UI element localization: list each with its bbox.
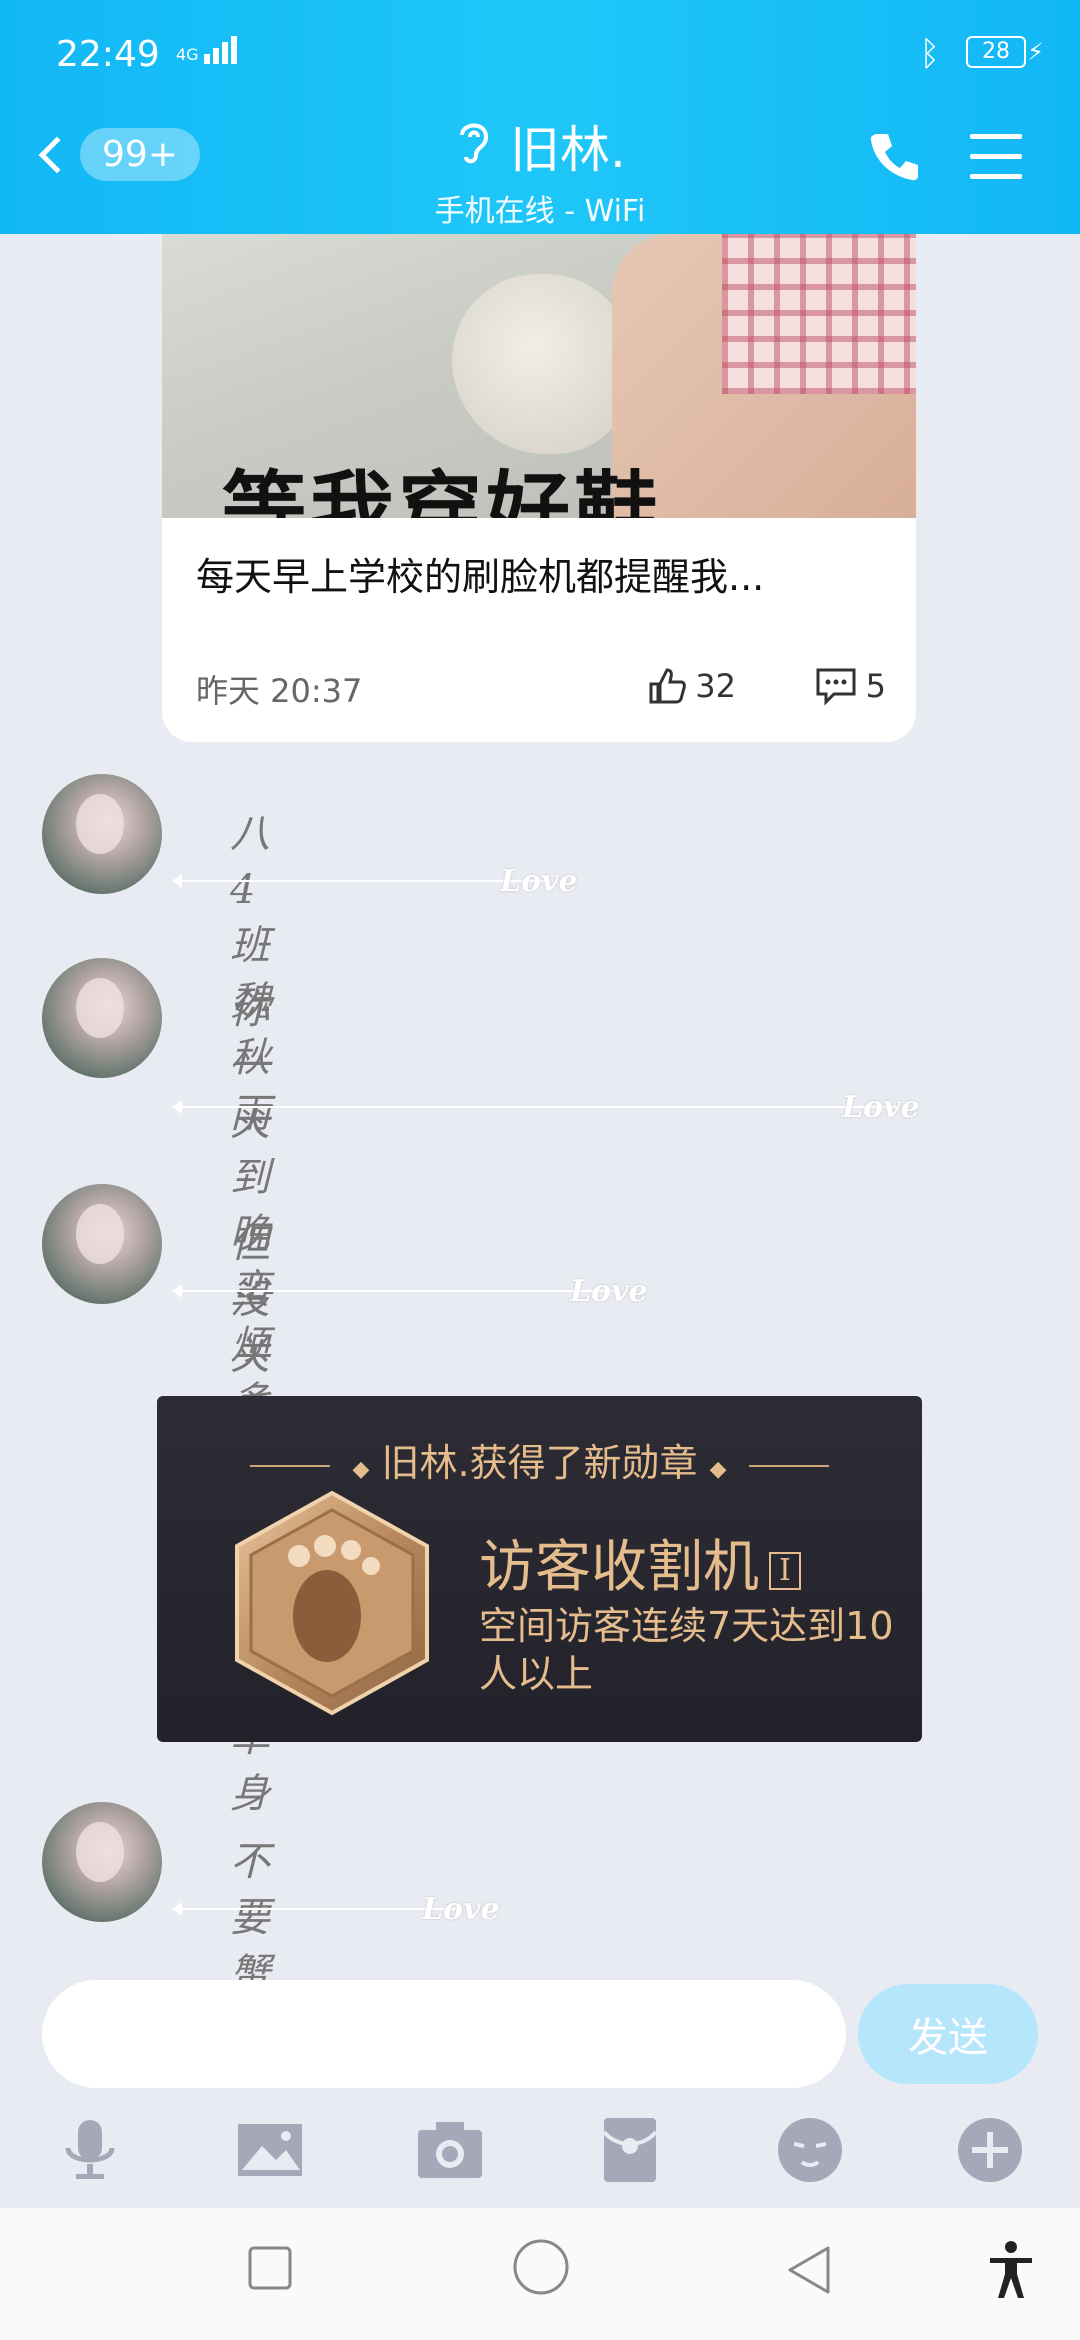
- medal-headline-row: ◆ 旧林.获得了新勋章 ◆: [157, 1432, 922, 1487]
- avatar[interactable]: [42, 774, 162, 894]
- send-button[interactable]: 发送: [858, 1984, 1038, 2084]
- shared-post-card[interactable]: 等我穿好鞋 每天早上学校的刷脸机都提醒我... 昨天 20:37 32 5: [162, 234, 916, 742]
- emoji-icon[interactable]: [774, 2114, 846, 2186]
- medal-title: 访客收割机 I: [479, 1522, 801, 1603]
- love-underline: [172, 1284, 618, 1298]
- love-tag: Love: [422, 1892, 500, 1927]
- like-count: 32: [695, 667, 736, 705]
- home-icon[interactable]: [512, 2238, 570, 2300]
- battery-level: 28: [982, 39, 1010, 64]
- chat-header: 22:49 4G ᛒ 28 ⚡ 99+ 旧林. 手机在线 - WiFi: [0, 0, 1080, 234]
- system-nav-bar: [0, 2208, 1080, 2340]
- comment-icon: [816, 668, 856, 706]
- thumbs-up-icon: [649, 668, 687, 704]
- post-date: 昨天 20:37: [196, 672, 363, 710]
- plus-icon[interactable]: [954, 2114, 1026, 2186]
- medal-headline: 旧林.获得了新勋章: [381, 1441, 698, 1485]
- post-title: 每天早上学校的刷脸机都提醒我...: [196, 555, 765, 599]
- image-icon[interactable]: [234, 2114, 306, 2186]
- recent-apps-icon[interactable]: [246, 2244, 294, 2296]
- back-nav-icon[interactable]: [784, 2244, 834, 2300]
- avatar[interactable]: [42, 958, 162, 1078]
- signal-icon: 4G: [176, 36, 240, 64]
- medal-name: 访客收割机: [479, 1535, 759, 1600]
- avatar[interactable]: [42, 1184, 162, 1304]
- charging-icon: ⚡: [1027, 38, 1044, 66]
- love-underline: [172, 874, 548, 888]
- comment-count: 5: [865, 667, 886, 705]
- battery-icon: 28: [966, 36, 1026, 68]
- red-packet-icon[interactable]: [594, 2114, 666, 2186]
- love-underline: [172, 1902, 458, 1916]
- ear-icon: [454, 117, 494, 175]
- post-image: 等我穿好鞋: [162, 234, 916, 518]
- medal-description: 空间访客连续7天达到10人以上: [479, 1604, 894, 1696]
- love-tag: Love: [570, 1274, 648, 1309]
- network-type: 4G: [176, 45, 199, 64]
- avatar[interactable]: [42, 1802, 162, 1922]
- composer-toolbar: [0, 2106, 1080, 2202]
- like-button[interactable]: 32: [647, 666, 736, 706]
- love-tag: Love: [500, 864, 578, 899]
- post-meta: 昨天 20:37 32 5: [196, 666, 886, 710]
- camera-icon[interactable]: [414, 2114, 486, 2186]
- phone-icon[interactable]: [868, 130, 920, 186]
- message-input[interactable]: [42, 1980, 846, 2088]
- love-tag: Love: [842, 1090, 920, 1125]
- online-status: 手机在线 - WiFi: [434, 194, 646, 229]
- microphone-icon[interactable]: [54, 2114, 126, 2186]
- footprint-medal-icon: [227, 1488, 437, 1722]
- comment-button[interactable]: 5: [814, 666, 886, 706]
- love-underline: [172, 1100, 898, 1114]
- bluetooth-icon: ᛒ: [919, 34, 940, 74]
- accessibility-icon[interactable]: [986, 2240, 1036, 2304]
- status-bar: 22:49 4G ᛒ 28 ⚡: [0, 30, 1080, 80]
- menu-icon[interactable]: [970, 134, 1022, 194]
- post-image-caption: 等我穿好鞋: [222, 462, 663, 518]
- medal-level: I: [769, 1551, 801, 1590]
- contact-name: 旧林.: [510, 121, 626, 179]
- medal-card[interactable]: ◆ 旧林.获得了新勋章 ◆ 访客收割机 I 空间访客连续7天达到10人以上: [157, 1396, 922, 1742]
- status-time: 22:49: [56, 34, 160, 75]
